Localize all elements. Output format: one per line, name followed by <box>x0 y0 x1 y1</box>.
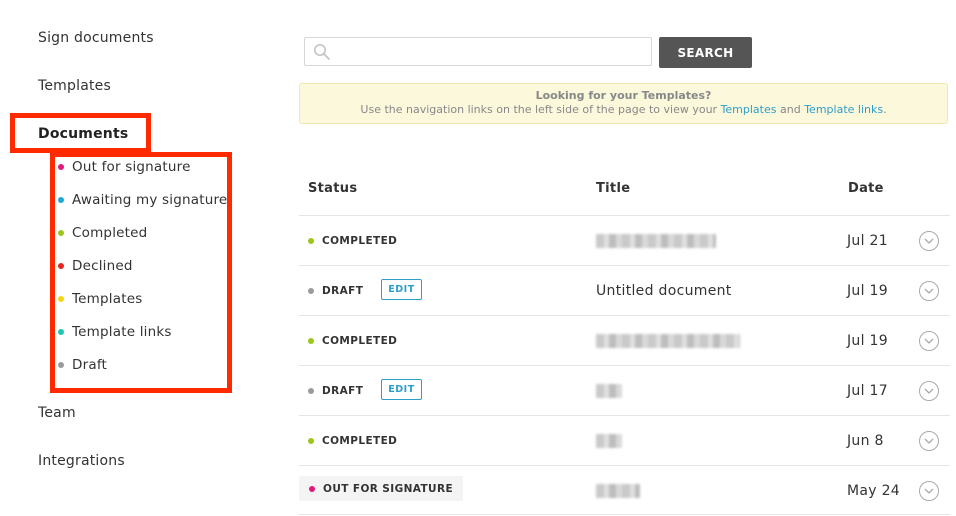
status-badge: COMPLETED <box>308 316 397 365</box>
search-icon <box>314 44 330 60</box>
redacted-title <box>596 433 622 448</box>
sidebar-item-awaiting-my-signature[interactable]: Awaiting my signature <box>58 190 227 210</box>
chevron-down-icon <box>924 488 934 494</box>
status-dot-icon <box>58 230 64 236</box>
status-dot-icon <box>308 437 314 444</box>
template-links-link[interactable]: Template links <box>804 103 883 116</box>
sidebar-item-templates[interactable]: Templates <box>58 289 142 309</box>
edit-button[interactable]: EDIT <box>381 379 422 400</box>
nav-team[interactable]: Team <box>38 405 76 421</box>
notice-text: Use the navigation links on the left sid… <box>300 103 947 117</box>
search-input[interactable] <box>304 37 652 66</box>
status-dot-icon <box>58 164 64 170</box>
status-label: COMPLETED <box>322 434 398 447</box>
table-row[interactable]: DRAFT EDIT Untitled document Jul 19 <box>299 265 950 315</box>
document-date: Jul 17 <box>847 382 888 399</box>
sidebar-item-label: Templates <box>72 291 143 307</box>
expand-row-button[interactable] <box>919 431 939 451</box>
status-badge: OUT FOR SIGNATURE <box>299 476 464 501</box>
chevron-down-icon <box>924 238 934 244</box>
templates-notice: Looking for your Templates? Use the navi… <box>299 83 948 124</box>
sidebar-item-declined[interactable]: Declined <box>58 256 133 276</box>
status-dot-icon <box>58 296 64 302</box>
expand-row-button[interactable] <box>919 281 939 301</box>
table-row[interactable]: OUT FOR SIGNATURE May 24 <box>299 465 950 515</box>
expand-row-button[interactable] <box>919 231 939 251</box>
chevron-down-icon <box>924 338 934 344</box>
document-date: Jun 8 <box>847 432 884 449</box>
status-badge: DRAFT <box>308 266 363 315</box>
document-date: Jul 19 <box>847 282 888 299</box>
status-label: OUT FOR SIGNATURE <box>323 482 454 495</box>
document-title[interactable] <box>596 366 622 415</box>
status-badge: COMPLETED <box>308 416 397 465</box>
status-label: DRAFT <box>322 384 364 397</box>
sidebar-item-completed[interactable]: Completed <box>58 223 147 243</box>
table-row[interactable]: COMPLETED Jul 21 <box>299 215 950 265</box>
status-label: COMPLETED <box>322 334 398 347</box>
nav-sign-documents[interactable]: Sign documents <box>38 30 154 46</box>
redacted-title <box>596 333 740 348</box>
table-row[interactable]: COMPLETED Jun 8 <box>299 415 950 465</box>
sidebar-item-label: Template links <box>72 324 172 340</box>
expand-row-button[interactable] <box>919 481 939 501</box>
sidebar-item-label: Declined <box>72 258 133 274</box>
nav-documents[interactable]: Documents <box>38 126 128 142</box>
document-date: May 24 <box>847 482 901 499</box>
table-row[interactable]: DRAFT EDIT Jul 17 <box>299 365 950 415</box>
expand-row-button[interactable] <box>919 331 939 351</box>
redacted-title <box>596 383 622 398</box>
document-title[interactable]: Untitled document <box>596 266 732 315</box>
status-dot-icon <box>309 485 315 492</box>
nav-templates[interactable]: Templates <box>38 78 111 94</box>
notice-text-before: Use the navigation links on the left sid… <box>360 103 721 116</box>
sidebar-item-out-for-signature[interactable]: Out for signature <box>58 157 191 177</box>
templates-link[interactable]: Templates <box>721 103 777 116</box>
status-dot-icon <box>58 197 64 203</box>
document-title[interactable] <box>596 316 740 365</box>
chevron-down-icon <box>924 438 934 444</box>
chevron-down-icon <box>924 388 934 394</box>
status-dot-icon <box>308 387 314 394</box>
document-title-text: Untitled document <box>596 282 732 299</box>
sidebar-item-label: Draft <box>72 357 108 373</box>
status-dot-icon <box>308 237 314 244</box>
status-label: DRAFT <box>322 284 364 297</box>
redacted-title <box>596 233 716 248</box>
edit-button[interactable]: EDIT <box>381 279 422 300</box>
notice-text-after: . <box>883 103 887 116</box>
sidebar-item-label: Completed <box>72 225 148 241</box>
column-header-status[interactable]: Status <box>308 181 357 196</box>
sidebar-item-label: Out for signature <box>72 159 191 175</box>
sidebar: Sign documents Templates Documents Out f… <box>0 0 260 516</box>
sidebar-item-draft[interactable]: Draft <box>58 355 107 375</box>
nav-integrations[interactable]: Integrations <box>38 453 125 469</box>
status-dot-icon <box>308 287 314 294</box>
status-dot-icon <box>58 329 64 335</box>
document-title[interactable] <box>596 216 716 265</box>
redacted-title <box>596 483 640 498</box>
status-dot-icon <box>58 362 64 368</box>
document-date: Jul 19 <box>847 332 888 349</box>
status-badge: COMPLETED <box>308 216 397 265</box>
expand-row-button[interactable] <box>919 381 939 401</box>
document-title[interactable] <box>596 466 640 515</box>
chevron-down-icon <box>924 288 934 294</box>
column-header-date[interactable]: Date <box>848 181 884 196</box>
document-title[interactable] <box>596 416 622 465</box>
notice-text-middle: and <box>776 103 805 116</box>
sidebar-item-label: Awaiting my signature <box>72 192 228 208</box>
status-badge: DRAFT <box>308 366 363 415</box>
document-date: Jul 21 <box>847 232 888 249</box>
search-button[interactable]: SEARCH <box>659 37 752 68</box>
notice-title: Looking for your Templates? <box>535 89 712 102</box>
table-row[interactable]: COMPLETED Jul 19 <box>299 315 950 365</box>
sidebar-item-template-links[interactable]: Template links <box>58 322 172 342</box>
column-header-title[interactable]: Title <box>596 181 630 196</box>
status-dot-icon <box>58 263 64 269</box>
status-dot-icon <box>308 337 314 344</box>
status-label: COMPLETED <box>322 234 398 247</box>
